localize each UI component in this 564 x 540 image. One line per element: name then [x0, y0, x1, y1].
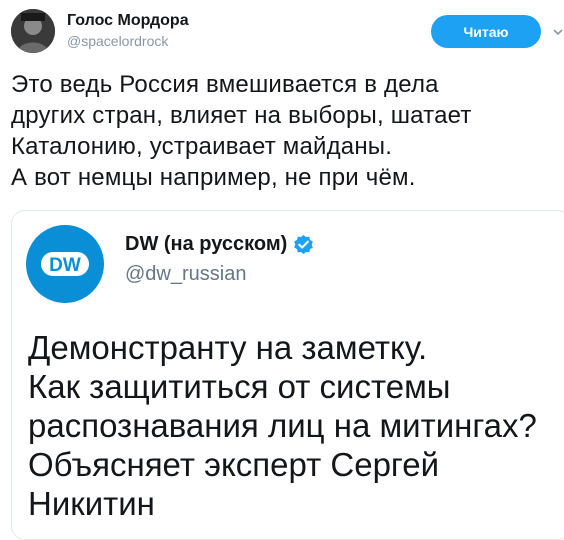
author-name[interactable]: Голос Мордора	[67, 12, 189, 30]
chevron-down-icon[interactable]	[552, 26, 564, 38]
tweet-text-line: Это ведь Россия вмешивается в дела	[11, 71, 439, 98]
quoted-author-row: DW (на русском)	[125, 233, 314, 256]
tweet-text-line: других стран, влияет на выборы, шатает	[11, 102, 472, 129]
quoted-author-name[interactable]: DW (на русском)	[125, 233, 287, 256]
quoted-text-line: распознавания лиц на митингах?	[28, 407, 537, 444]
quoted-text-line: Как защититься от системы	[28, 368, 451, 405]
tweet-text-line: Каталонию, устраивает майданы.	[11, 133, 393, 160]
following-button[interactable]: Читаю	[431, 15, 541, 48]
quoted-author-handle[interactable]: @dw_russian	[125, 263, 246, 286]
quoted-text-line: Демонстранту на заметку.	[28, 329, 428, 366]
quoted-text-line: Объясняет эксперт Сергей	[28, 446, 440, 483]
dw-logo-text: DW	[49, 255, 81, 276]
quoted-tweet-text: Демонстранту на заметку. Как защититься …	[28, 328, 537, 523]
verified-badge-icon	[294, 234, 314, 255]
tweet-text-line: А вот немцы например, не при чём.	[11, 164, 416, 191]
tweet-text: Это ведь Россия вмешивается в дела други…	[11, 69, 559, 193]
author-handle[interactable]: @spacelordrock	[67, 33, 168, 49]
dw-logo-icon[interactable]: DW	[26, 225, 104, 303]
quoted-text-line: Никитин	[28, 485, 155, 522]
author-avatar[interactable]	[11, 9, 55, 53]
